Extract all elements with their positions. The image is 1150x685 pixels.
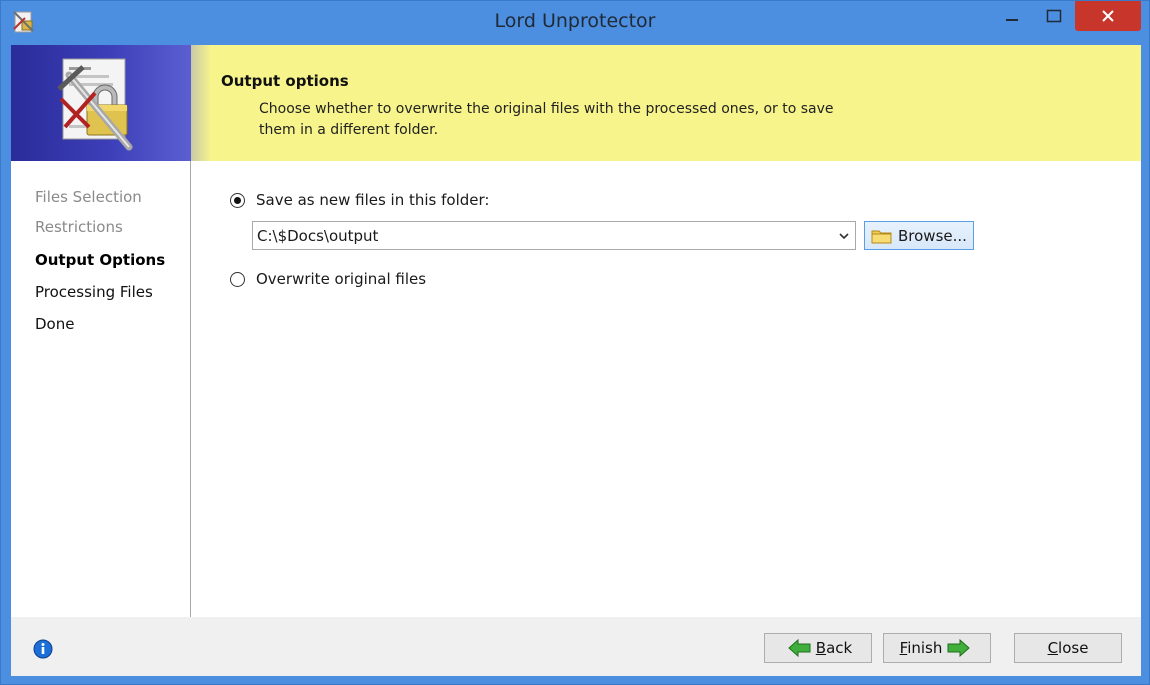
close-label: Close xyxy=(1047,639,1089,657)
minimize-button[interactable] xyxy=(995,1,1029,31)
browse-label: Browse... xyxy=(898,226,967,245)
main-window: Lord Unprotector Output options Choose w… xyxy=(0,0,1150,685)
step-done: Done xyxy=(35,315,75,333)
header-banner: Output options Choose whether to overwri… xyxy=(191,45,1141,161)
folder-icon xyxy=(871,230,892,243)
overwrite-label: Overwrite original files xyxy=(256,270,427,288)
browse-button[interactable]: Browse... xyxy=(864,221,974,250)
back-label: Back xyxy=(815,639,853,657)
save-new-label: Save as new files in this folder: xyxy=(256,191,490,209)
radio-selected-dot xyxy=(234,196,241,204)
finish-label: Finish xyxy=(899,639,943,657)
save-new-radio[interactable] xyxy=(230,192,245,208)
banner-image xyxy=(11,45,191,161)
green-arrow-left-icon xyxy=(788,639,811,657)
title-bar: Lord Unprotector xyxy=(1,1,1149,45)
unprotect-sword-lock-icon xyxy=(57,58,133,151)
save-new-option[interactable]: Save as new files in this folder: xyxy=(230,191,489,209)
banner-title: Output options xyxy=(221,72,349,90)
overwrite-radio[interactable] xyxy=(230,271,245,287)
step-processing-files: Processing Files xyxy=(35,283,153,301)
footer-bar: Back Finish Close xyxy=(11,617,1141,676)
wizard-body: Output options Choose whether to overwri… xyxy=(11,45,1141,617)
overwrite-option[interactable]: Overwrite original files xyxy=(230,270,426,288)
chevron-down-icon[interactable] xyxy=(837,229,851,243)
maximize-button[interactable] xyxy=(1037,1,1071,31)
banner-description: Choose whether to overwrite the original… xyxy=(259,101,834,138)
maximize-icon xyxy=(1046,9,1062,23)
window-title: Lord Unprotector xyxy=(494,10,656,32)
steps-panel: Files Selection Restrictions Output Opti… xyxy=(11,161,191,617)
close-icon xyxy=(1102,10,1114,22)
close-button[interactable]: Close xyxy=(1014,633,1122,663)
step-files-selection: Files Selection xyxy=(35,188,142,206)
back-button[interactable]: Back xyxy=(764,633,872,663)
banner-fade xyxy=(191,45,211,161)
minimize-icon xyxy=(1006,19,1018,21)
output-folder-value: C:\$Docs\output xyxy=(257,227,379,245)
info-icon[interactable] xyxy=(33,639,53,659)
step-restrictions: Restrictions xyxy=(35,218,123,236)
green-arrow-right-icon xyxy=(947,639,971,657)
output-folder-combo[interactable]: C:\$Docs\output xyxy=(252,221,856,250)
finish-button[interactable]: Finish xyxy=(883,633,991,663)
close-window-button[interactable] xyxy=(1075,1,1141,31)
step-output-options: Output Options xyxy=(35,251,166,269)
